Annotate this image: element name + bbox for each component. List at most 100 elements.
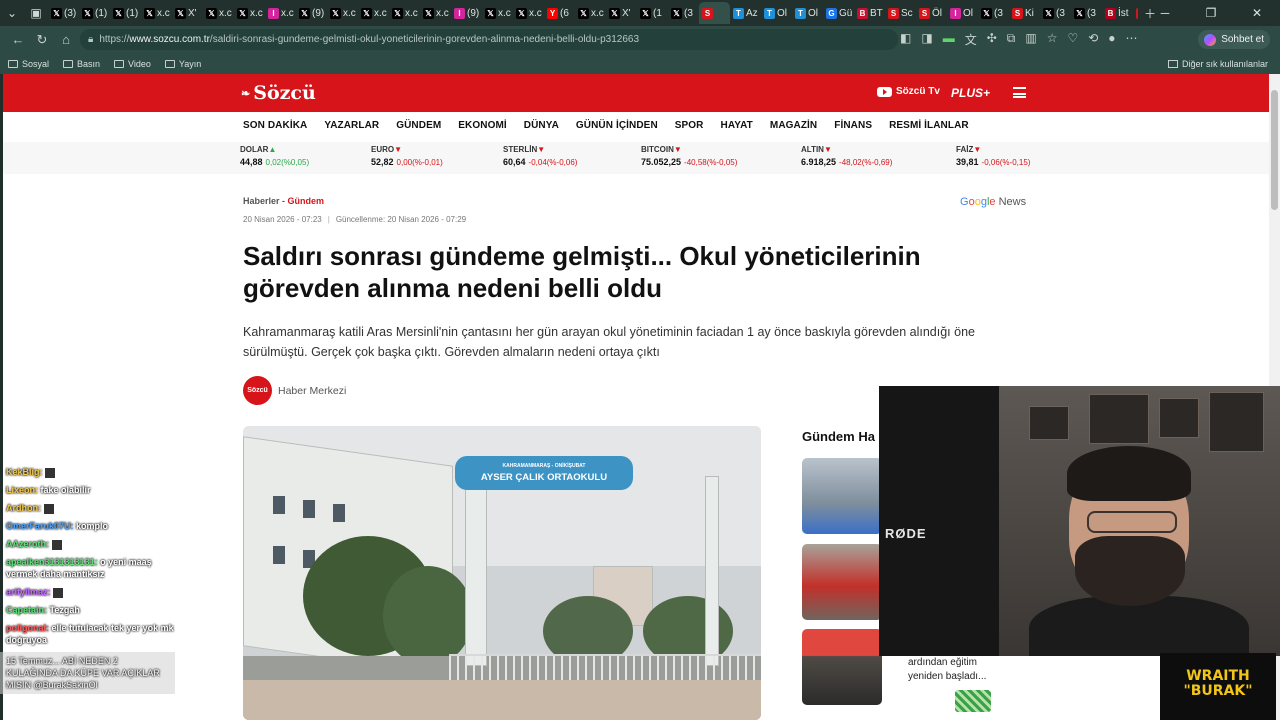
tab-label: x.c <box>436 7 449 19</box>
browser-tab[interactable]: 𝕏 (3 <box>1040 2 1071 24</box>
browser-tab[interactable]: 𝕏 X' <box>606 2 637 24</box>
browser-tab[interactable]: 𝕏 (1) <box>79 2 110 24</box>
browser-tab[interactable]: S Sc <box>885 2 916 24</box>
browser-tab[interactable]: Ix.c <box>265 2 296 24</box>
browser-tab[interactable]: B İst <box>1102 2 1133 24</box>
collections-icon[interactable]: ♡ <box>1067 31 1078 48</box>
browser-tab[interactable]: 𝕏x.c <box>389 2 420 24</box>
browser-tab[interactable]: 𝕏 (3 <box>978 2 1009 24</box>
browser-tab[interactable]: 𝕏x.c <box>420 2 451 24</box>
browser-tab[interactable]: 𝕏x.c <box>513 2 544 24</box>
translate-icon[interactable]: 文 <box>965 31 977 48</box>
browser-tab[interactable]: S <box>699 2 730 24</box>
tab-label: Az <box>746 7 758 19</box>
nav-item[interactable]: YAZARLAR <box>324 120 379 131</box>
ticker-item[interactable]: ALTIN▼ 6.918,25 -48,02(%-0,69) <box>801 145 892 167</box>
extension-icon[interactable]: ◧ <box>900 31 911 48</box>
chat-message: Lixeon: fake olabilir <box>0 484 175 496</box>
ticker-item[interactable]: BITCOIN▼ 75.052,25 -40,58(%-0,05) <box>641 145 737 167</box>
breadcrumb-home[interactable]: Haberler <box>243 196 280 206</box>
ticker-item[interactable]: DOLAR▲ 44,88 0,02(%0,05) <box>240 145 309 167</box>
browser-tab[interactable]: 𝕏 (1 <box>637 2 668 24</box>
nav-item[interactable]: RESMİ İLANLAR <box>889 120 969 131</box>
bookmark-folder[interactable]: Yayın <box>164 59 201 69</box>
author-block[interactable]: Sözcü Haber Merkezi <box>243 376 346 405</box>
browser-tab[interactable]: 𝕏 (1) <box>110 2 141 24</box>
hamburger-menu-icon[interactable] <box>1013 87 1026 98</box>
browser-tab[interactable]: T Ol <box>792 2 823 24</box>
arrow-up-icon: ▲ <box>268 145 277 154</box>
browser-tab[interactable]: T Az <box>730 2 761 24</box>
restore-icon[interactable]: ❐ <box>1188 6 1234 20</box>
browser-tab[interactable]: 𝕏 (3) <box>48 2 79 24</box>
breadcrumb-category[interactable]: Gündem <box>288 196 325 206</box>
tab-actions-chevron-icon[interactable]: ⌄ <box>0 2 24 24</box>
browser-tab[interactable]: 𝕏 (9) <box>296 2 327 24</box>
scrollbar-thumb[interactable] <box>1271 90 1278 210</box>
nav-item[interactable]: EKONOMİ <box>458 120 506 131</box>
sozcu-tv-link[interactable]: Sözcü Tv <box>877 86 940 97</box>
browser-tab[interactable]: S Ki <box>1009 2 1040 24</box>
nav-item[interactable]: SON DAKİKA <box>243 120 307 131</box>
browser-tab[interactable]: 𝕏 (3 <box>1071 2 1102 24</box>
sidebar-news-thumb[interactable] <box>802 629 882 705</box>
extension-icon[interactable]: ✣ <box>987 31 997 48</box>
browser-tab[interactable]: 𝕏x.c <box>575 2 606 24</box>
profile-avatar[interactable]: ● <box>1108 31 1115 48</box>
ticker-item[interactable]: STERLİN▼ 60,64 -0,04(%-0,06) <box>503 145 577 167</box>
ticker-change: -0,06(%-0,15) <box>981 158 1031 167</box>
nav-item[interactable]: GÜNDEM <box>396 120 441 131</box>
browser-tab[interactable]: 𝕏 X' <box>172 2 203 24</box>
browser-tab[interactable]: T Ol <box>761 2 792 24</box>
lock-icon[interactable]: 🔒︎ <box>88 34 93 45</box>
extension-icon[interactable]: ▬ <box>943 31 955 48</box>
browser-tab[interactable]: 𝕏 (3 <box>668 2 699 24</box>
minimize-icon[interactable]: ─ <box>1142 6 1188 20</box>
browser-tab[interactable]: Y (6 <box>544 2 575 24</box>
back-arrow-icon[interactable]: ← <box>6 32 30 47</box>
nav-item[interactable]: DÜNYA <box>524 120 559 131</box>
browser-tab[interactable]: 𝕏x.c <box>358 2 389 24</box>
puzzle-icon[interactable]: ⧉ <box>1007 31 1016 48</box>
browser-tab[interactable]: I Ol <box>947 2 978 24</box>
browser-tab[interactable]: 𝕏x.c <box>141 2 172 24</box>
image-gate-pillar <box>465 486 487 666</box>
site-logo[interactable]: ❧ Sözcü <box>241 82 316 104</box>
copilot-button[interactable]: Sohbet et <box>1198 30 1270 49</box>
nav-item[interactable]: HAYAT <box>721 120 753 131</box>
browser-tab[interactable]: 𝕏x.c <box>234 2 265 24</box>
workspaces-icon[interactable]: ▣ <box>24 2 48 24</box>
tab-label: Ol <box>808 7 818 19</box>
google-news-link[interactable]: Google News <box>960 196 1026 208</box>
browser-tab[interactable]: 𝕏x.c <box>482 2 513 24</box>
browser-tab[interactable]: 𝕏x.c <box>327 2 358 24</box>
sidebar-news-thumb[interactable] <box>802 458 882 534</box>
bookmark-folder[interactable]: Sosyal <box>8 59 49 69</box>
browser-tab[interactable]: S Öl <box>916 2 947 24</box>
sidebar-news-thumb[interactable] <box>802 544 882 620</box>
favorites-icon[interactable]: ☆ <box>1047 31 1058 48</box>
bookmark-folder[interactable]: Video <box>114 59 151 69</box>
home-icon[interactable]: ⌂ <box>54 32 78 47</box>
refresh-icon[interactable]: ↻ <box>30 32 54 48</box>
other-bookmarks[interactable]: Diğer sık kullanılanlar <box>1167 53 1268 74</box>
nav-item[interactable]: GÜNÜN İÇİNDEN <box>576 120 658 131</box>
more-menu-icon[interactable]: ⋯ <box>1126 31 1138 48</box>
browser-tab[interactable]: B BT <box>854 2 885 24</box>
nav-item[interactable]: SPOR <box>675 120 704 131</box>
plus-link[interactable]: PLUS+ <box>951 86 990 100</box>
ticker-item[interactable]: EURO▼ 52,82 0,00(%-0,01) <box>371 145 443 167</box>
bookmark-folder[interactable]: Basın <box>63 59 100 69</box>
browser-tab[interactable]: G Gü <box>823 2 854 24</box>
address-bar[interactable]: 🔒︎ https://www.sozcu.com.tr/saldiri-sonr… <box>80 29 898 50</box>
nav-item[interactable]: FİNANS <box>834 120 872 131</box>
browser-tab[interactable]: 𝕏x.c <box>203 2 234 24</box>
nav-item[interactable]: MAGAZİN <box>770 120 817 131</box>
history-icon[interactable]: ⟲ <box>1088 31 1098 48</box>
ticker-item[interactable]: FAİZ▼ 39,81 -0,06(%-0,15) <box>956 145 1030 167</box>
browser-tab[interactable]: I (9) <box>451 2 482 24</box>
article-main-image[interactable]: KAHRAMANMARAŞ - ONİKİŞUBAT AYSER ÇALIK OR… <box>243 426 761 720</box>
extension-icon[interactable]: ◨ <box>921 31 932 48</box>
split-screen-icon[interactable]: ▥ <box>1025 31 1036 48</box>
close-window-icon[interactable]: ✕ <box>1234 6 1280 20</box>
